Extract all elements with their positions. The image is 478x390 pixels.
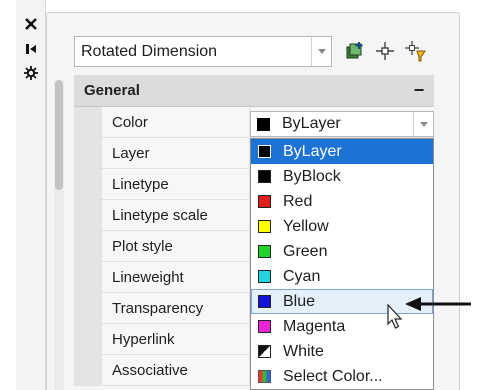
color-swatch xyxy=(258,270,271,283)
property-name: Hyperlink xyxy=(102,324,250,354)
property-name: Associative xyxy=(102,355,250,385)
autohide-icon[interactable] xyxy=(21,40,41,58)
color-option-red[interactable]: Red xyxy=(251,189,433,214)
color-option-label: White xyxy=(283,342,324,360)
color-swatch xyxy=(258,220,271,233)
toggle-pickadd-icon[interactable] xyxy=(342,38,368,64)
close-icon[interactable] xyxy=(21,15,41,33)
pointer-arrow-icon xyxy=(405,297,471,311)
chevron-down-icon[interactable] xyxy=(311,37,331,66)
color-option-label: ByLayer xyxy=(283,142,342,160)
property-name: Plot style xyxy=(102,231,250,261)
color-swatch xyxy=(257,117,270,131)
collapse-icon[interactable]: − xyxy=(404,80,434,101)
color-swatch xyxy=(258,245,271,258)
color-option-label: Green xyxy=(283,242,328,260)
property-name: Layer xyxy=(102,138,250,168)
color-option-label: Select Color... xyxy=(283,367,383,385)
color-swatch xyxy=(258,145,271,158)
color-option-select-color[interactable]: Select Color... xyxy=(251,364,433,389)
color-option-bylayer[interactable]: ByLayer xyxy=(251,139,433,164)
color-swatch xyxy=(258,195,271,208)
color-option-yellow[interactable]: Yellow xyxy=(251,214,433,239)
color-option-byblock[interactable]: ByBlock xyxy=(251,164,433,189)
palette-title-strip xyxy=(16,0,46,390)
property-name: Color xyxy=(102,107,250,137)
color-value: ByLayer xyxy=(282,115,341,132)
select-objects-icon[interactable] xyxy=(372,38,398,64)
property-name: Linetype xyxy=(102,169,250,199)
scrollbar-thumb[interactable] xyxy=(55,80,63,190)
color-combobox[interactable]: ByLayer xyxy=(250,111,434,137)
object-type-label: Rotated Dimension xyxy=(81,42,218,60)
color-swatch xyxy=(258,295,271,308)
color-option-label: Magenta xyxy=(283,317,346,335)
properties-icon[interactable] xyxy=(21,64,41,82)
color-option-label: Blue xyxy=(283,292,316,310)
color-swatch xyxy=(258,345,271,358)
color-option-magenta[interactable]: Magenta xyxy=(251,314,433,339)
color-option-white[interactable]: White xyxy=(251,339,433,364)
color-option-label: Cyan xyxy=(283,267,321,285)
palette-scrollbar[interactable] xyxy=(54,80,64,390)
color-picker-icon xyxy=(258,370,271,383)
color-swatch xyxy=(258,170,271,183)
quick-select-icon[interactable] xyxy=(402,38,428,64)
object-type-selector[interactable]: Rotated Dimension xyxy=(74,36,332,67)
color-option-label: Yellow xyxy=(283,217,329,235)
property-name: Linetype scale xyxy=(102,200,250,230)
color-swatch xyxy=(258,320,271,333)
color-option-green[interactable]: Green xyxy=(251,239,433,264)
category-title: General xyxy=(84,82,140,99)
property-name: Transparency xyxy=(102,293,250,323)
chevron-down-icon[interactable] xyxy=(413,112,433,136)
category-general-header[interactable]: General − xyxy=(74,75,434,107)
color-dropdown-list: ByLayer ByBlock Red Yellow Green Cyan Bl… xyxy=(250,138,434,390)
color-option-cyan[interactable]: Cyan xyxy=(251,264,433,289)
mouse-cursor-icon xyxy=(387,304,403,329)
property-name: Lineweight xyxy=(102,262,250,292)
color-option-label: Red xyxy=(283,192,313,210)
color-option-label: ByBlock xyxy=(283,167,341,185)
